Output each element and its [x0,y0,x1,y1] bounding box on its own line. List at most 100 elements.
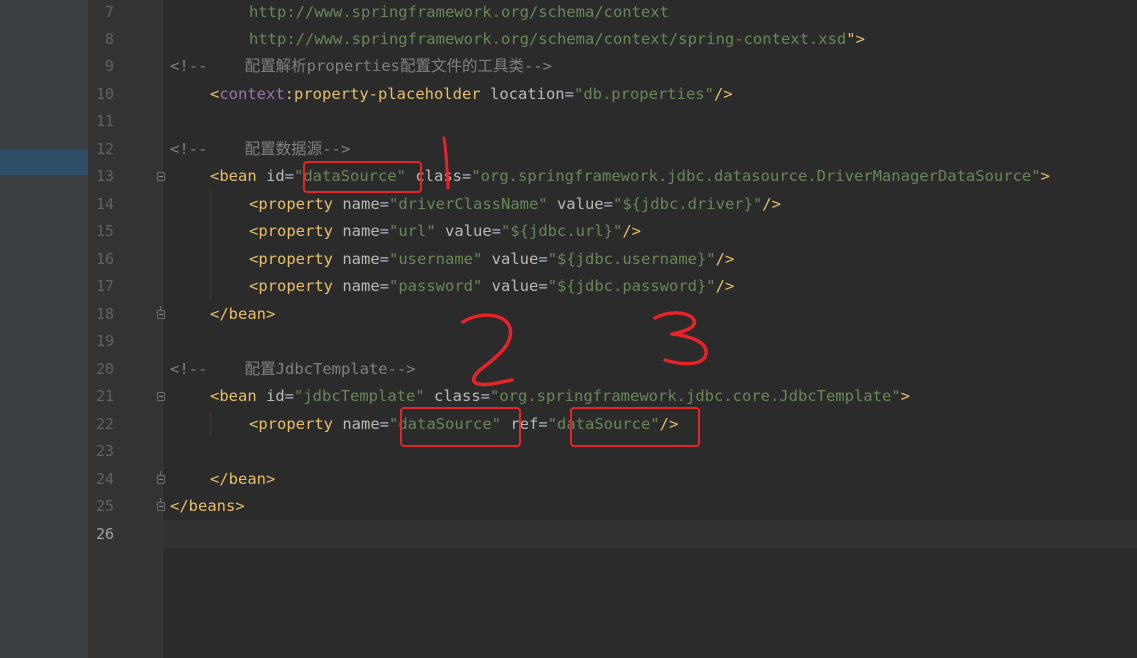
code-line-8[interactable]: http://www.springframework.org/schema/co… [249,26,865,54]
line-number: 25 [95,497,114,515]
line-number: 24 [95,470,114,488]
attr-name: name [342,250,380,268]
code-line-17[interactable]: <property name="password" value="${jdbc.… [249,273,734,301]
line-number-current: 26 [95,525,114,543]
tag-name: <property [249,222,343,240]
fold-end-icon[interactable] [157,306,165,319]
line-number: 22 [95,415,114,433]
equals: = [480,387,491,405]
attr-name: value [482,250,539,268]
equals: = [379,277,389,295]
equals: = [284,387,295,405]
equals: = [603,195,613,213]
code-line-21[interactable]: <bean id="jdbcTemplate" class="org.sprin… [210,383,910,411]
code-line-24[interactable]: </bean> [210,466,275,494]
fold-end-icon[interactable] [157,498,165,511]
fold-end-icon[interactable] [157,471,165,484]
tag-close: </bean> [210,305,276,323]
equals: = [379,195,389,213]
equals: = [564,85,574,103]
line-number: 21 [95,387,114,405]
tag-name: <property [249,250,343,268]
line-number: 8 [104,30,114,48]
code-line-18[interactable]: </bean> [210,301,275,329]
fold-toggle-icon[interactable] [157,392,165,401]
line-number: 20 [95,360,114,378]
equals: = [379,250,389,268]
annotation-box-bean-id [303,161,422,193]
attr-value: "${jdbc.username}" [547,250,716,268]
attr-value: "password" [389,277,483,295]
attr-value: "${jdbc.password}" [547,277,716,295]
attr-name: id [266,167,285,185]
tag-close: /> [715,277,735,295]
line-number: 13 [95,167,114,185]
tag-close: </bean> [210,470,276,488]
attr-name: id [266,387,285,405]
annotation-box-property-name [400,407,521,447]
tag-close: "> [846,30,865,48]
line-number: 9 [104,57,114,75]
code-line-12[interactable]: <!-- 配置数据源--> [170,136,350,164]
line-number: 11 [95,112,114,130]
attr-name: name [342,195,380,213]
tag-close: </beans> [170,497,245,515]
line-number: 19 [95,332,114,350]
xml-comment: <!-- 配置JdbcTemplate--> [170,360,416,378]
tag-close: > [1040,167,1050,185]
equals: = [538,250,548,268]
class-value: "org.springframework.jdbc.datasource.Dri… [471,167,1041,185]
attr-name: name [342,222,380,240]
line-number: 18 [95,305,114,323]
schema-location-value: http://www.springframework.org/schema/co… [249,3,669,21]
tag-namespace: context [219,85,285,103]
attr-name: value [482,277,539,295]
tag-close: /> [713,85,733,103]
attr-name: value [435,222,492,240]
code-line-25[interactable]: </beans> [170,493,245,521]
class-value: "org.springframework.jdbc.core.JdbcTempl… [490,387,901,405]
attr-value: "db.properties" [573,85,714,103]
code-line-15[interactable]: <property name="url" value="${jdbc.url}"… [249,218,641,246]
line-number: 15 [95,222,114,240]
equals: = [491,222,502,240]
code-line-10[interactable]: <context:property-placeholder location="… [210,81,733,109]
line-number: 12 [95,140,114,158]
attr-name: name [342,415,380,433]
equals: = [538,277,548,295]
attr-value: "username" [389,250,483,268]
code-line-20[interactable]: <!-- 配置JdbcTemplate--> [170,356,416,384]
bean-id-value: "jdbcTemplate" [294,387,425,405]
tag-name: <property [249,415,343,433]
attr-name: class [424,387,481,405]
tag-close: > [900,387,910,405]
code-line-14[interactable]: <property name="driverClassName" value="… [249,191,781,219]
indent-guide [210,410,211,438]
attr-name: location [489,85,565,103]
tag-close: /> [762,195,781,213]
attr-value: "${jdbc.driver}" [612,195,763,213]
line-number: 14 [95,195,114,213]
attr-name: name [342,277,380,295]
tag-name: <bean [210,167,266,185]
equals: = [379,415,389,433]
fold-toggle-icon[interactable] [157,172,165,181]
tag-close: /> [715,250,735,268]
code-line-16[interactable]: <property name="username" value="${jdbc.… [249,246,734,274]
annotation-box-ref [570,407,700,447]
code-line-9[interactable]: <!-- 配置解析properties配置文件的工具类--> [170,53,552,81]
caret-row-highlight [163,520,1137,548]
line-number: 10 [95,85,114,103]
equals: = [538,415,548,433]
line-number: 23 [95,442,114,460]
attr-name: value [547,195,604,213]
equals: = [462,167,472,185]
tag-open: < [210,85,220,103]
line-number: 7 [104,3,114,21]
equals: = [284,167,295,185]
attr-value: "url" [389,222,436,240]
ide-window: 7 8 9 10 11 12 13 14 15 16 17 18 19 20 2… [0,0,1137,658]
tag-close: /> [622,222,642,240]
code-line-7[interactable]: http://www.springframework.org/schema/co… [249,0,669,27]
tag-name: :property-placeholder [284,85,490,103]
